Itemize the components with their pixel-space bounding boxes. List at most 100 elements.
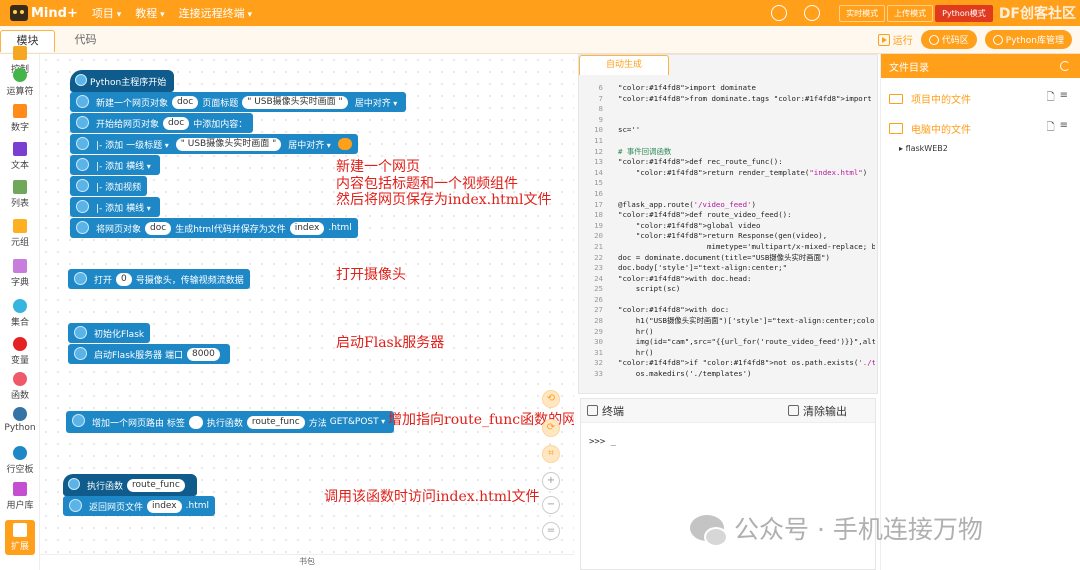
code-line: 25 script(sc) bbox=[581, 284, 875, 295]
block-save-html[interactable]: 将网页对象 doc 生成html代码并保存为文件 index .html bbox=[70, 218, 358, 238]
block-start-flask[interactable]: 启动Flask服务器 端口 8000 bbox=[68, 344, 230, 364]
line-number: 33 bbox=[594, 369, 603, 379]
block-workspace[interactable]: Python主程序开始 新建一个网页对象 doc 页面标题 " USB摄像头实时… bbox=[40, 54, 574, 554]
category-label: 元组 bbox=[10, 238, 29, 248]
filename-slot[interactable]: index bbox=[289, 221, 325, 235]
code-line: 12 # 事件回调函数 bbox=[581, 147, 875, 158]
category-icon bbox=[13, 46, 27, 60]
app-logo[interactable]: Mind+ bbox=[0, 5, 78, 21]
undo-icon[interactable]: ⟲ bbox=[542, 390, 560, 408]
new-file-icon[interactable]: 🗋 bbox=[1047, 120, 1055, 137]
line-number: 11 bbox=[594, 135, 603, 145]
item-dropdown[interactable]: 横线 bbox=[126, 159, 151, 172]
terminal-output[interactable]: >>> _ bbox=[581, 423, 875, 461]
filename-slot[interactable]: index bbox=[147, 499, 182, 513]
heading-level-dropdown[interactable]: 一级标题 bbox=[126, 138, 169, 151]
method-dropdown[interactable]: GET&POST bbox=[330, 417, 385, 427]
block-run-function[interactable]: 执行函数 route_func bbox=[63, 474, 197, 496]
item-dropdown[interactable]: 横线 bbox=[126, 201, 151, 214]
block-text: 中添加内容： bbox=[193, 119, 248, 130]
project-files-section[interactable]: 项目中的文件 🗋 ≡ bbox=[889, 90, 1068, 107]
func-slot[interactable]: route_func bbox=[127, 478, 185, 492]
run-button[interactable]: 运行 bbox=[877, 32, 913, 47]
code-line: 33 os.makedirs('./templates') bbox=[581, 369, 875, 380]
clear-output-button[interactable]: 清除输出 bbox=[788, 403, 847, 419]
line-number: 22 bbox=[594, 252, 603, 262]
robot-logo-icon bbox=[10, 5, 28, 21]
code-text: doc = dominate.document(title="USB摄像头实时画… bbox=[618, 252, 830, 262]
block-open-camera[interactable]: 打开 0 号摄像头，传输视频流数据 bbox=[68, 269, 250, 289]
menu-icon[interactable]: ≡ bbox=[1060, 90, 1068, 107]
block-add-route[interactable]: 增加一个网页路由 标签 执行函数 route_func 方法 GET&POST bbox=[66, 411, 395, 433]
refresh-icon[interactable] bbox=[1060, 61, 1070, 71]
block-text: 开始给网页对象 bbox=[96, 119, 160, 130]
var-slot[interactable]: doc bbox=[163, 116, 190, 130]
sidebar-category-1[interactable]: 运算符 bbox=[0, 68, 40, 97]
zoom-reset-icon[interactable]: = bbox=[542, 522, 560, 540]
zoom-out-icon[interactable]: − bbox=[542, 496, 560, 514]
sidebar-category-10[interactable]: Python bbox=[0, 407, 40, 433]
computer-files-section[interactable]: 电脑中的文件 🗋 ≡ bbox=[889, 120, 1068, 137]
block-text: .html bbox=[185, 501, 210, 511]
face-icon[interactable] bbox=[771, 5, 788, 21]
category-icon bbox=[13, 407, 27, 421]
sidebar-category-2[interactable]: 数字 bbox=[0, 104, 40, 133]
menu-icon[interactable]: ≡ bbox=[1060, 120, 1068, 137]
sidebar-category-4[interactable]: 列表 bbox=[0, 180, 40, 209]
python-icon bbox=[76, 158, 89, 171]
new-file-icon[interactable]: 🗋 bbox=[1047, 90, 1055, 107]
block-add-video[interactable]: |- 添加视频 bbox=[70, 176, 148, 196]
block-new-webpage[interactable]: 新建一个网页对象 doc 页面标题 " USB摄像头实时画面 " 居中对齐 bbox=[70, 92, 407, 112]
crop-icon[interactable]: ⌗ bbox=[542, 445, 560, 463]
sidebar-category-7[interactable]: 集合 bbox=[0, 299, 40, 328]
mode-upload[interactable]: 上传模式 bbox=[887, 4, 934, 22]
block-add-hr-2[interactable]: |- 添加 横线 bbox=[70, 197, 160, 217]
sidebar-category-9[interactable]: 函数 bbox=[0, 372, 40, 401]
camera-number-slot[interactable]: 0 bbox=[116, 272, 132, 286]
menu-remote-terminal[interactable]: 连接远程终端 bbox=[179, 5, 252, 21]
title-slot[interactable]: " USB摄像头实时画面 " bbox=[242, 95, 348, 109]
tab-auto-generated[interactable]: 自动生成 bbox=[579, 55, 669, 75]
menu-tutorial[interactable]: 教程 bbox=[135, 5, 164, 21]
category-label: 字典 bbox=[10, 278, 29, 288]
align-dropdown[interactable]: 居中对齐 bbox=[355, 96, 398, 109]
color-slot[interactable] bbox=[337, 138, 352, 150]
mode-realtime[interactable]: 实时模式 bbox=[839, 4, 886, 22]
backpack-bar[interactable]: 书包 bbox=[40, 554, 574, 570]
block-start-add-content[interactable]: 开始给网页对象 doc 中添加内容： bbox=[70, 113, 254, 133]
var-slot[interactable]: doc bbox=[172, 95, 199, 109]
python-lib-button[interactable]: Python库管理 bbox=[984, 30, 1072, 49]
zoom-in-icon[interactable]: + bbox=[542, 472, 560, 490]
mode-python[interactable]: Python模式 bbox=[935, 4, 993, 22]
route-label-slot[interactable] bbox=[188, 415, 203, 429]
tab-code[interactable]: 代码 bbox=[58, 30, 113, 52]
sidebar-category-3[interactable]: 文本 bbox=[0, 142, 40, 171]
python-main-hat-block[interactable]: Python主程序开始 bbox=[70, 70, 175, 92]
category-label: 列表 bbox=[10, 199, 29, 209]
sidebar-category-13[interactable]: 扩展 bbox=[5, 520, 35, 555]
code-editor[interactable]: 6 "color:#1f4fd8">import dominate 7 "color:… bbox=[581, 83, 875, 393]
port-slot[interactable]: 8000 bbox=[186, 347, 220, 361]
sidebar-category-11[interactable]: 行空板 bbox=[0, 446, 40, 475]
redo-icon[interactable]: ⟳ bbox=[542, 419, 560, 437]
code-text: doc.body['style']="text-align:center;" bbox=[618, 263, 788, 273]
settings-icon[interactable] bbox=[804, 5, 821, 21]
block-init-flask[interactable]: 初始化Flask bbox=[68, 323, 151, 343]
tree-item-flaskweb2[interactable]: ▸ flaskWEB2 bbox=[899, 144, 948, 153]
block-add-hr[interactable]: |- 添加 横线 bbox=[70, 155, 160, 175]
align-dropdown[interactable]: 居中对齐 bbox=[288, 138, 331, 151]
block-add-heading[interactable]: |- 添加 一级标题 " USB摄像头实时画面 " 居中对齐 bbox=[70, 134, 358, 154]
sidebar-category-8[interactable]: 变量 bbox=[0, 337, 40, 366]
code-text: "color:#1f4fd8">from dominate.tags "colo… bbox=[618, 93, 872, 103]
line-number: 19 bbox=[594, 220, 603, 230]
line-number: 14 bbox=[594, 167, 603, 177]
code-area-button[interactable]: 代码区 bbox=[920, 30, 977, 49]
sidebar-category-12[interactable]: 用户库 bbox=[0, 482, 40, 511]
menu-project[interactable]: 项目 bbox=[92, 5, 121, 21]
sidebar-category-6[interactable]: 字典 bbox=[0, 259, 40, 288]
func-slot[interactable]: route_func bbox=[246, 415, 305, 429]
heading-text-slot[interactable]: " USB摄像头实时画面 " bbox=[175, 137, 282, 151]
var-slot[interactable]: doc bbox=[145, 221, 172, 235]
sidebar-category-5[interactable]: 元组 bbox=[0, 219, 40, 248]
block-return-html[interactable]: 返回网页文件 index .html bbox=[63, 496, 216, 516]
